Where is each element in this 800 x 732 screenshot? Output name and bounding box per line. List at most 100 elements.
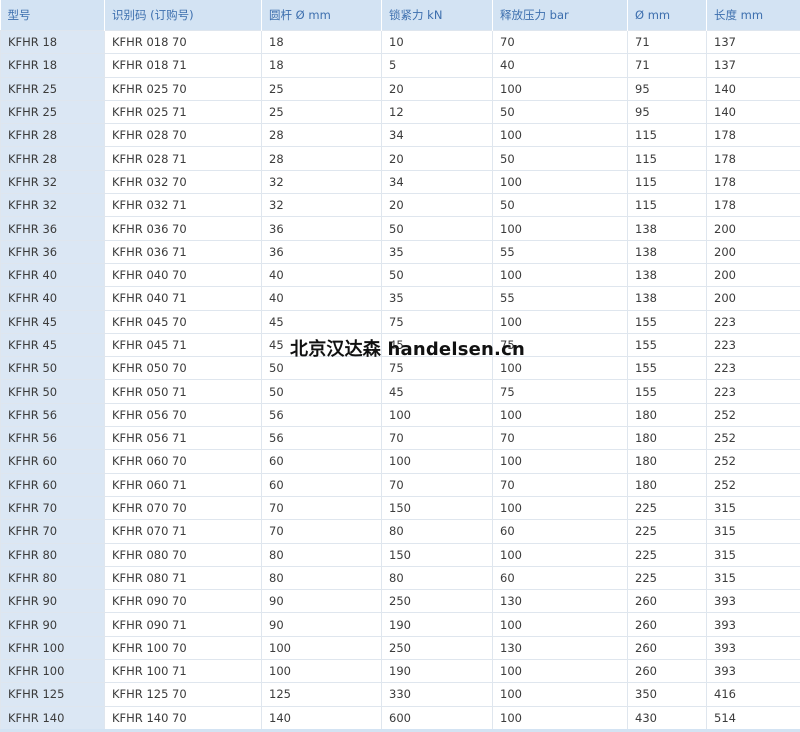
clamping-force-cell: 20 — [382, 147, 493, 170]
order-code-cell: KFHR 080 71 — [105, 566, 262, 589]
outer-diameter-cell: 225 — [628, 543, 707, 566]
spec-table: 型号 识别码 (订购号) 圆杆 Ø mm 锁紧力 kN 释放压力 bar Ø m… — [0, 0, 800, 732]
release-pressure-cell: 100 — [493, 403, 628, 426]
clamping-force-cell: 150 — [382, 543, 493, 566]
model-cell: KFHR 125 — [1, 683, 105, 706]
table-row: KFHR 40KFHR 040 704050100138200 — [1, 263, 800, 286]
rod-diameter-cell: 60 — [262, 473, 382, 496]
clamping-force-cell: 50 — [382, 263, 493, 286]
length-cell: 315 — [707, 543, 800, 566]
rod-diameter-cell: 25 — [262, 100, 382, 123]
clamping-force-cell: 35 — [382, 240, 493, 263]
outer-diameter-cell: 138 — [628, 240, 707, 263]
rod-diameter-cell: 45 — [262, 310, 382, 333]
header-order-code: 识别码 (订购号) — [105, 0, 262, 31]
clamping-force-cell: 250 — [382, 590, 493, 613]
order-code-cell: KFHR 056 70 — [105, 403, 262, 426]
rod-diameter-cell: 18 — [262, 31, 382, 54]
rod-diameter-cell: 50 — [262, 380, 382, 403]
release-pressure-cell: 100 — [493, 613, 628, 636]
model-cell: KFHR 80 — [1, 566, 105, 589]
table-row: KFHR 60KFHR 060 7060100100180252 — [1, 450, 800, 473]
rod-diameter-cell: 80 — [262, 543, 382, 566]
rod-diameter-cell: 140 — [262, 706, 382, 730]
outer-diameter-cell: 350 — [628, 683, 707, 706]
table-row: KFHR 70KFHR 070 71708060225315 — [1, 520, 800, 543]
rod-diameter-cell: 25 — [262, 77, 382, 100]
release-pressure-cell: 100 — [493, 683, 628, 706]
length-cell: 200 — [707, 287, 800, 310]
table-row: KFHR 25KFHR 025 70252010095140 — [1, 77, 800, 100]
rod-diameter-cell: 28 — [262, 124, 382, 147]
length-cell: 393 — [707, 660, 800, 683]
model-cell: KFHR 100 — [1, 636, 105, 659]
header-release-pressure: 释放压力 bar — [493, 0, 628, 31]
order-code-cell: KFHR 100 71 — [105, 660, 262, 683]
model-cell: KFHR 56 — [1, 403, 105, 426]
order-code-cell: KFHR 090 71 — [105, 613, 262, 636]
model-cell: KFHR 80 — [1, 543, 105, 566]
length-cell: 315 — [707, 566, 800, 589]
rod-diameter-cell: 70 — [262, 496, 382, 519]
model-cell: KFHR 32 — [1, 170, 105, 193]
rod-diameter-cell: 60 — [262, 450, 382, 473]
clamping-force-cell: 150 — [382, 496, 493, 519]
order-code-cell: KFHR 070 70 — [105, 496, 262, 519]
release-pressure-cell: 50 — [493, 147, 628, 170]
length-cell: 252 — [707, 473, 800, 496]
order-code-cell: KFHR 025 71 — [105, 100, 262, 123]
table-row: KFHR 70KFHR 070 7070150100225315 — [1, 496, 800, 519]
release-pressure-cell: 100 — [493, 124, 628, 147]
release-pressure-cell: 130 — [493, 636, 628, 659]
outer-diameter-cell: 155 — [628, 380, 707, 403]
rod-diameter-cell: 40 — [262, 263, 382, 286]
order-code-cell: KFHR 040 71 — [105, 287, 262, 310]
length-cell: 223 — [707, 310, 800, 333]
outer-diameter-cell: 95 — [628, 77, 707, 100]
model-cell: KFHR 70 — [1, 520, 105, 543]
length-cell: 140 — [707, 77, 800, 100]
release-pressure-cell: 50 — [493, 194, 628, 217]
release-pressure-cell: 130 — [493, 590, 628, 613]
table-row: KFHR 18KFHR 018 711854071137 — [1, 54, 800, 77]
clamping-force-cell: 34 — [382, 170, 493, 193]
order-code-cell: KFHR 090 70 — [105, 590, 262, 613]
table-row: KFHR 36KFHR 036 71363555138200 — [1, 240, 800, 263]
release-pressure-cell: 100 — [493, 217, 628, 240]
model-cell: KFHR 28 — [1, 147, 105, 170]
length-cell: 393 — [707, 613, 800, 636]
clamping-force-cell: 75 — [382, 310, 493, 333]
model-cell: KFHR 70 — [1, 496, 105, 519]
rod-diameter-cell: 100 — [262, 636, 382, 659]
clamping-force-cell: 20 — [382, 194, 493, 217]
length-cell: 315 — [707, 520, 800, 543]
clamping-force-cell: 80 — [382, 520, 493, 543]
model-cell: KFHR 25 — [1, 100, 105, 123]
model-cell: KFHR 28 — [1, 124, 105, 147]
length-cell: 178 — [707, 170, 800, 193]
outer-diameter-cell: 95 — [628, 100, 707, 123]
outer-diameter-cell: 260 — [628, 590, 707, 613]
rod-diameter-cell: 90 — [262, 613, 382, 636]
model-cell: KFHR 36 — [1, 240, 105, 263]
table-row: KFHR 60KFHR 060 71607070180252 — [1, 473, 800, 496]
clamping-force-cell: 34 — [382, 124, 493, 147]
model-cell: KFHR 40 — [1, 263, 105, 286]
order-code-cell: KFHR 060 71 — [105, 473, 262, 496]
release-pressure-cell: 70 — [493, 427, 628, 450]
order-code-cell: KFHR 028 71 — [105, 147, 262, 170]
table-row: KFHR 100KFHR 100 70100250130260393 — [1, 636, 800, 659]
rod-diameter-cell: 36 — [262, 217, 382, 240]
order-code-cell: KFHR 140 70 — [105, 706, 262, 730]
clamping-force-cell: 190 — [382, 613, 493, 636]
model-cell: KFHR 100 — [1, 660, 105, 683]
outer-diameter-cell: 115 — [628, 147, 707, 170]
model-cell: KFHR 50 — [1, 357, 105, 380]
release-pressure-cell: 70 — [493, 473, 628, 496]
release-pressure-cell: 100 — [493, 77, 628, 100]
table-row: KFHR 32KFHR 032 703234100115178 — [1, 170, 800, 193]
rod-diameter-cell: 90 — [262, 590, 382, 613]
header-row: 型号 识别码 (订购号) 圆杆 Ø mm 锁紧力 kN 释放压力 bar Ø m… — [1, 0, 800, 31]
model-cell: KFHR 90 — [1, 613, 105, 636]
table-row: KFHR 56KFHR 056 71567070180252 — [1, 427, 800, 450]
